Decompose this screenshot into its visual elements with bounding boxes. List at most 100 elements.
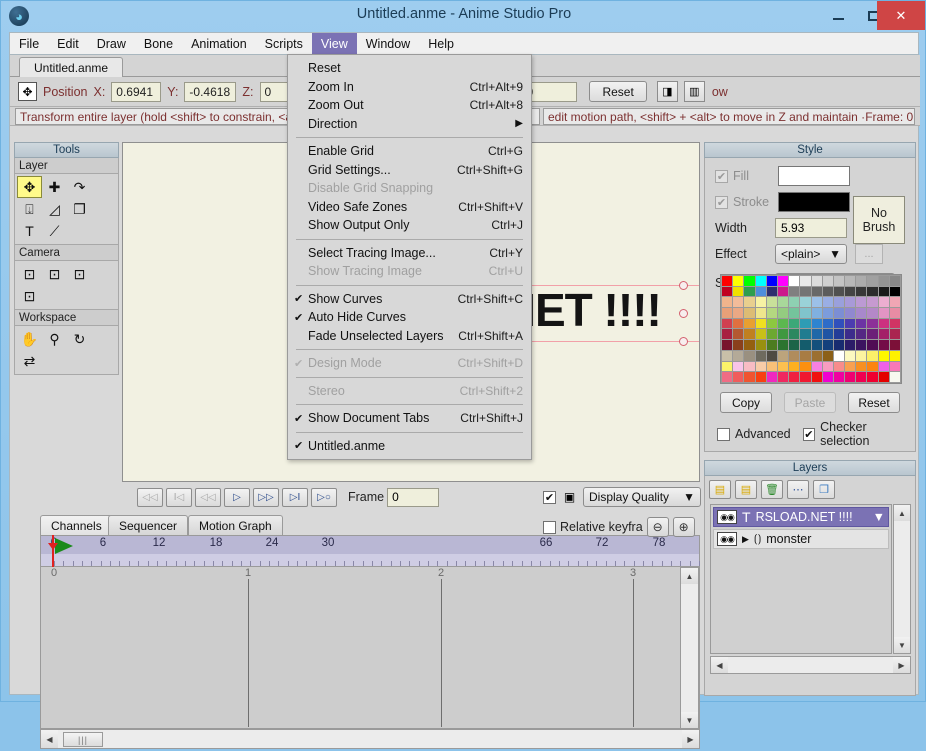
menu-help[interactable]: Help [419,33,463,54]
color-swatch[interactable] [722,276,732,286]
menu-item-auto-hide-curves[interactable]: ✔Auto Hide Curves [288,308,531,327]
color-swatch[interactable] [879,351,889,361]
roll-camera-tool[interactable]: ⊡ [67,263,92,285]
color-swatch[interactable] [767,319,777,329]
paste-style-button[interactable]: Paste [784,392,836,413]
color-swatch[interactable] [744,329,754,339]
menu-animation[interactable]: Animation [182,33,256,54]
menu-edit[interactable]: Edit [48,33,88,54]
tab-sequencer[interactable]: Sequencer [108,515,188,535]
color-swatch[interactable] [845,287,855,297]
menu-item-reset[interactable]: Reset [288,59,531,78]
color-swatch[interactable] [879,319,889,329]
color-swatch[interactable] [834,297,844,307]
add-point-tool[interactable]: ✚ [42,176,67,198]
rotate-layer-xy-tool[interactable]: ↷ [67,176,92,198]
color-swatch[interactable] [778,297,788,307]
color-swatch[interactable] [756,308,766,318]
layer-list[interactable]: ◉◉ T RSLOAD.NET !!!! ▼ ◉◉ ▶ ⟮⟯ monster [710,504,892,654]
color-swatch[interactable] [767,308,777,318]
color-swatch[interactable] [879,276,889,286]
rewind-to-start-button[interactable]: ◁◁ [137,488,163,507]
play-to-end-button[interactable]: ▷I [282,488,308,507]
color-swatch[interactable] [823,340,833,350]
color-swatch[interactable] [812,319,822,329]
color-swatch[interactable] [789,329,799,339]
scroll-right-icon[interactable]: ▶ [682,730,699,748]
color-swatch[interactable] [845,319,855,329]
color-swatch[interactable] [744,287,754,297]
color-swatch[interactable] [733,287,743,297]
color-swatch[interactable] [744,372,754,382]
color-swatch[interactable] [800,351,810,361]
color-swatch[interactable] [789,362,799,372]
chevron-down-icon[interactable]: ▼ [873,510,885,524]
color-swatch[interactable] [722,297,732,307]
color-swatch-grid[interactable] [720,274,902,384]
color-swatch[interactable] [733,351,743,361]
menu-item-zoom-in[interactable]: Zoom InCtrl+Alt+9 [288,78,531,97]
color-swatch[interactable] [767,372,777,382]
reset-angle-button[interactable]: Reset [589,81,646,102]
loop-button[interactable]: ▷○ [311,488,337,507]
color-swatch[interactable] [879,340,889,350]
color-swatch[interactable] [744,276,754,286]
close-button[interactable]: ✕ [877,1,925,30]
display-quality-checkbox[interactable]: ✔ [543,491,556,504]
color-swatch[interactable] [800,372,810,382]
selection-handle-bottom[interactable] [679,337,688,346]
color-swatch[interactable] [733,362,743,372]
tab-motion-graph[interactable]: Motion Graph [188,515,283,535]
color-swatch[interactable] [744,308,754,318]
color-swatch[interactable] [756,287,766,297]
position-y-input[interactable]: -0.4618 [184,82,236,102]
menu-item-enable-grid[interactable]: Enable GridCtrl+G [288,142,531,161]
transform-layer-tool[interactable]: ✥ [17,176,42,198]
color-swatch[interactable] [800,340,810,350]
color-swatch[interactable] [890,351,900,361]
color-swatch[interactable] [744,319,754,329]
color-swatch[interactable] [767,276,777,286]
color-swatch[interactable] [834,351,844,361]
color-swatch[interactable] [744,362,754,372]
zoom-workspace-tool[interactable]: ⚲ [42,328,67,350]
color-swatch[interactable] [823,351,833,361]
reset-style-button[interactable]: Reset [848,392,900,413]
color-swatch[interactable] [800,308,810,318]
color-swatch[interactable] [856,319,866,329]
scroll-left-icon[interactable]: ◀ [711,657,728,673]
color-swatch[interactable] [789,276,799,286]
reset-workspace-tool[interactable]: ⇄ [17,350,42,372]
color-swatch[interactable] [733,276,743,286]
color-swatch[interactable] [823,308,833,318]
effect-select[interactable]: <plain> ▼ [775,244,847,264]
effect-options-button[interactable]: ... [855,244,883,264]
scroll-right-icon[interactable]: ▶ [893,657,910,673]
color-swatch[interactable] [856,297,866,307]
shear-layer-tool[interactable]: ⍗ [17,198,42,220]
color-swatch[interactable] [845,351,855,361]
color-swatch[interactable] [834,319,844,329]
color-swatch[interactable] [823,297,833,307]
layers-vertical-scrollbar[interactable]: ▲ ▼ [893,504,911,654]
menu-window[interactable]: Window [357,33,419,54]
color-swatch[interactable] [733,297,743,307]
scroll-left-icon[interactable]: ◀ [41,730,58,748]
color-swatch[interactable] [845,276,855,286]
menu-item-grid-settings[interactable]: Grid Settings...Ctrl+Shift+G [288,161,531,180]
color-swatch[interactable] [879,329,889,339]
color-swatch[interactable] [856,329,866,339]
fast-forward-button[interactable]: ▷▷ [253,488,279,507]
color-swatch[interactable] [812,329,822,339]
track-camera-tool[interactable]: ⊡ [17,263,42,285]
color-swatch[interactable] [778,340,788,350]
frame-input[interactable]: 0 [387,488,439,507]
color-swatch[interactable] [756,362,766,372]
group-layers-button[interactable]: ❐ [813,480,835,499]
color-swatch[interactable] [867,351,877,361]
color-swatch[interactable] [845,372,855,382]
color-swatch[interactable] [756,329,766,339]
position-x-input[interactable]: 0.6941 [111,82,161,102]
scroll-down-icon[interactable]: ▼ [681,712,698,728]
layer-row-text[interactable]: ◉◉ T RSLOAD.NET !!!! ▼ [713,507,889,527]
